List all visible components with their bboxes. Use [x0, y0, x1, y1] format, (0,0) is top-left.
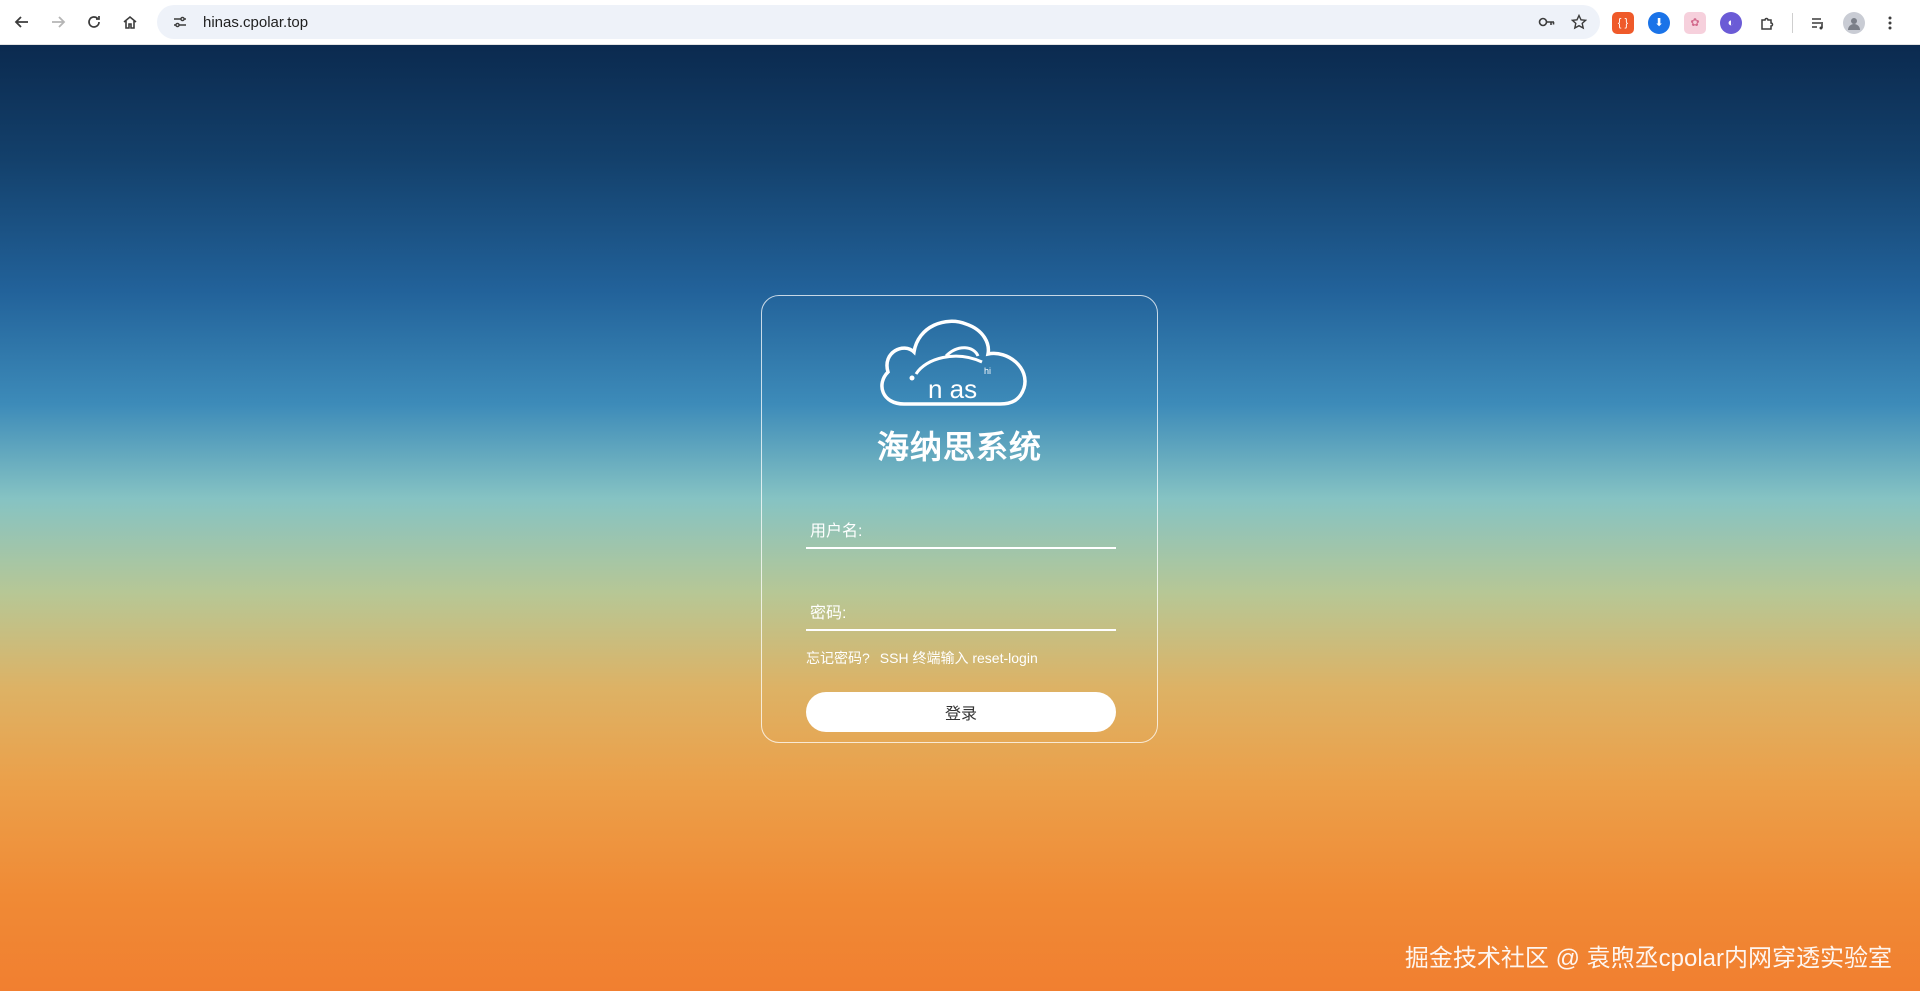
back-button[interactable] [4, 4, 40, 40]
password-field: 密码: [806, 589, 1116, 631]
tune-icon [174, 16, 186, 28]
logo-hi-text: hi [984, 366, 991, 376]
more-vert-icon [1888, 16, 1892, 29]
profile-button[interactable] [1843, 11, 1865, 34]
home-icon [123, 15, 137, 29]
bookmark-button[interactable] [1568, 11, 1590, 33]
arrow-left-icon [14, 16, 28, 28]
menu-button[interactable] [1879, 12, 1901, 34]
address-bar[interactable]: hinas.cpolar.top [157, 5, 1600, 39]
forgot-password-label: 忘记密码? [806, 650, 870, 666]
extension-3-icon[interactable]: ✿ [1684, 11, 1706, 34]
url-text[interactable]: hinas.cpolar.top [203, 14, 308, 31]
password-label: 密码: [810, 605, 847, 622]
reload-button[interactable] [76, 4, 112, 40]
toolbar-divider [1792, 12, 1793, 33]
media-control-icon [1812, 17, 1823, 29]
password-input[interactable] [868, 595, 1112, 625]
login-button[interactable]: 登录 [806, 692, 1116, 732]
app-title: 海纳思系统 [876, 429, 1042, 465]
login-card: n as hi 海纳思系统 用户名: 密码: 忘记密码? SSH 终端输入 res… [761, 295, 1158, 743]
forgot-password-hint: 忘记密码? SSH 终端输入 reset-login [806, 648, 1048, 668]
username-label: 用户名: [810, 523, 863, 540]
username-input[interactable] [868, 513, 1112, 543]
password-manager-button[interactable] [1536, 11, 1558, 33]
site-info-button[interactable] [169, 11, 191, 33]
puzzle-icon [1761, 17, 1774, 30]
username-field: 用户名: [806, 507, 1116, 549]
logo-text: n as [928, 374, 977, 404]
login-page: n as hi 海纳思系统 用户名: 密码: 忘记密码? SSH 终端输入 res… [0, 45, 1920, 991]
arrow-right-icon [52, 16, 66, 28]
extension-2-icon[interactable]: ⬇ [1648, 11, 1670, 34]
reload-icon [88, 16, 100, 28]
extension-1-icon[interactable]: { } [1612, 11, 1634, 34]
avatar-icon [1848, 17, 1860, 30]
star-icon [1571, 14, 1587, 30]
key-icon [1538, 17, 1555, 27]
media-control-button[interactable] [1807, 12, 1829, 34]
extensions-area: { } ⬇ ✿ ◐ [1612, 0, 1901, 45]
extension-4-icon[interactable]: ◐ [1720, 11, 1742, 34]
cloud-rabbit-logo-icon: n as hi [880, 319, 1027, 406]
browser-toolbar: hinas.cpolar.top { } ⬇ ✿ ◐ [0, 0, 1920, 45]
extensions-button[interactable] [1756, 12, 1778, 34]
home-button[interactable] [112, 4, 148, 40]
forward-button[interactable] [40, 4, 76, 40]
watermark-text: 掘金技术社区 @ 袁煦丞cpolar内网穿透实验室 [1404, 945, 1892, 972]
reset-hint-text: SSH 终端输入 reset-login [879, 650, 1038, 666]
